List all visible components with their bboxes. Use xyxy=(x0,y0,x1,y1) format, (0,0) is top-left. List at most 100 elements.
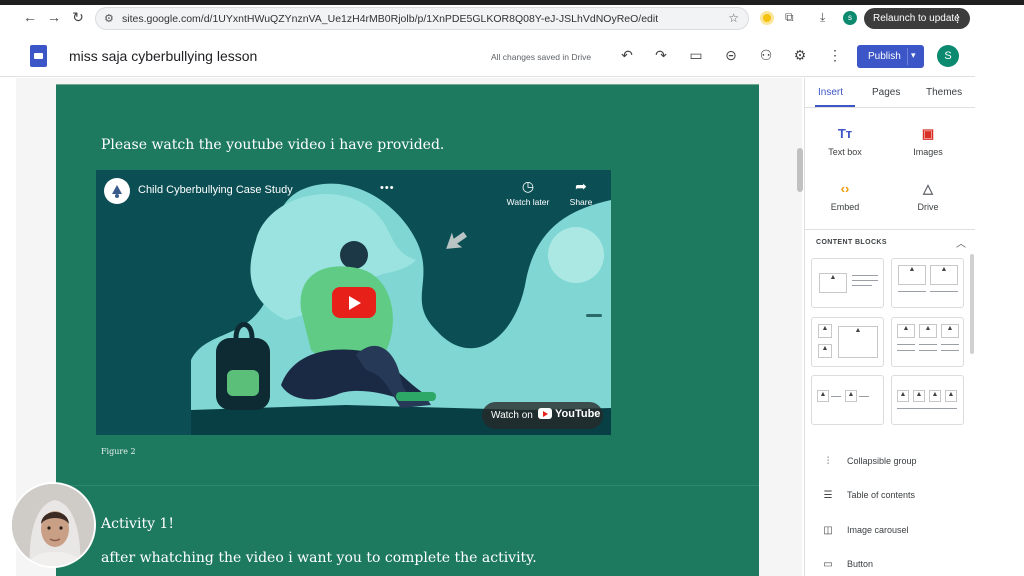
collapse-chevron-icon[interactable]: ︿ xyxy=(956,235,966,250)
settings-gear-icon[interactable]: ⚙ xyxy=(791,47,809,64)
share-with-others-icon[interactable]: ⚇ xyxy=(757,47,775,64)
layout-image-placeholder-icon: ▲ xyxy=(897,390,909,402)
insert-table-of-contents[interactable]: ☰ Table of contents xyxy=(821,490,916,501)
layout-image-placeholder-icon: ▲ xyxy=(897,324,915,338)
insert-embed[interactable]: ‹› Embed xyxy=(815,181,875,212)
more-options-icon[interactable]: ⋮ xyxy=(826,47,844,64)
youtube-embed[interactable]: Child Cyberbullying Case Study ••• ◷ Wat… xyxy=(96,170,611,435)
layout-text-line xyxy=(852,285,872,286)
reload-icon[interactable]: ↻ xyxy=(68,9,88,26)
browser-menu-icon[interactable]: ⋮ xyxy=(952,12,963,25)
link-icon[interactable]: ⊝ xyxy=(722,47,740,64)
layout-text-line xyxy=(852,275,878,276)
video-more-icon[interactable]: ••• xyxy=(380,182,395,194)
share-button[interactable]: ➦ Share xyxy=(556,178,606,207)
channel-avatar[interactable] xyxy=(104,178,130,204)
url-text: sites.google.com/d/1UYxntHWuQZYnznVA_Ue1… xyxy=(122,13,659,25)
images-label: Images xyxy=(913,147,943,157)
video-title[interactable]: Child Cyberbullying Case Study xyxy=(138,184,293,196)
tab-pages[interactable]: Pages xyxy=(872,87,900,98)
layout-image-placeholder-icon: ▲ xyxy=(818,344,832,358)
table-of-contents-label: Table of contents xyxy=(847,490,916,500)
layout-image-placeholder-icon: ▲ xyxy=(941,324,959,338)
watch-later-label: Watch later xyxy=(506,197,550,207)
extension-icon[interactable] xyxy=(760,11,774,25)
profile-avatar[interactable]: s xyxy=(843,11,857,25)
layout-image-placeholder-icon: ▲ xyxy=(817,390,829,402)
tabs-divider xyxy=(805,107,975,108)
bookmark-star-icon[interactable]: ☆ xyxy=(728,11,739,25)
section-top-edge xyxy=(56,84,759,85)
drive-label: Drive xyxy=(917,202,939,212)
insert-text-box[interactable]: Tт Text box xyxy=(815,126,875,157)
tab-insert[interactable]: Insert xyxy=(818,87,843,98)
layout-block-4[interactable]: ▲ ▲ ▲ xyxy=(891,317,964,367)
layout-text-line xyxy=(852,280,878,281)
text-box-icon: Tт xyxy=(837,126,853,141)
undo-icon[interactable]: ↶ xyxy=(618,47,636,64)
relaunch-button[interactable]: Relaunch to update ⋮ xyxy=(864,8,970,29)
insert-panel: Insert Pages Themes Tт Text box ▣ Images… xyxy=(804,78,975,576)
presenter-webcam xyxy=(10,482,96,568)
layout-text-line xyxy=(859,396,869,397)
user-avatar[interactable]: S xyxy=(937,45,959,67)
collapsible-group-icon: ⫶ xyxy=(826,456,830,467)
layout-block-3[interactable]: ▲ ▲ ▲ xyxy=(811,317,884,367)
back-icon[interactable]: ← xyxy=(20,9,40,25)
layout-block-5[interactable]: ▲ ▲ xyxy=(811,375,884,425)
site-title[interactable]: miss saja cyberbullying lesson xyxy=(69,48,257,64)
publish-label: Publish xyxy=(868,51,901,62)
publish-divider xyxy=(907,48,908,65)
layout-block-2[interactable]: ▲ ▲ xyxy=(891,258,964,308)
layout-image-placeholder-icon: ▲ xyxy=(838,326,878,358)
video-instruction-text[interactable]: Please watch the youtube video i have pr… xyxy=(101,137,444,153)
download-icon[interactable]: ⤓ xyxy=(820,10,825,25)
extensions-puzzle-icon[interactable]: ⧉ xyxy=(785,10,794,25)
site-info-icon[interactable]: ⚙ xyxy=(104,12,114,25)
figure-caption[interactable]: Figure 2 xyxy=(101,447,136,456)
address-bar[interactable]: ⚙ sites.google.com/d/1UYxntHWuQZYnznVA_U… xyxy=(95,7,749,30)
preview-icon[interactable]: ▭ xyxy=(687,47,705,64)
section-divider xyxy=(56,485,759,486)
screen: ← → ↻ ⚙ sites.google.com/d/1UYxntHWuQZYn… xyxy=(0,0,1024,576)
insert-drive[interactable]: △ Drive xyxy=(898,181,958,212)
layout-image-placeholder-icon: ▲ xyxy=(929,390,941,402)
layout-text-line xyxy=(897,344,915,345)
activity-title[interactable]: Activity 1! xyxy=(101,516,174,532)
image-icon: ▣ xyxy=(921,126,935,141)
watch-later-button[interactable]: ◷ Watch later xyxy=(503,178,553,207)
layout-image-placeholder-icon: ▲ xyxy=(930,265,958,285)
image-carousel-label: Image carousel xyxy=(847,525,909,535)
forward-icon[interactable]: → xyxy=(44,9,64,25)
insert-collapsible-group[interactable]: ⫶ Collapsible group xyxy=(821,456,917,467)
layout-image-placeholder-icon: ▲ xyxy=(913,390,925,402)
watch-on-label: Watch on xyxy=(491,410,533,421)
layout-text-line xyxy=(897,350,915,351)
youtube-wordmark: YouTube xyxy=(555,408,601,420)
canvas-scrollbar[interactable] xyxy=(797,148,803,192)
sites-header: miss saja cyberbullying lesson All chang… xyxy=(0,37,975,77)
insert-button[interactable]: ▭ Button xyxy=(821,559,873,570)
button-icon: ▭ xyxy=(823,559,833,570)
publish-button[interactable]: Publish ▾ xyxy=(857,45,924,68)
embed-code-icon: ‹› xyxy=(840,181,850,196)
tab-themes[interactable]: Themes xyxy=(926,87,962,98)
save-status: All changes saved in Drive xyxy=(491,52,592,62)
text-box-label: Text box xyxy=(828,147,862,157)
google-sites-logo-icon[interactable] xyxy=(30,45,47,67)
layout-text-line xyxy=(831,396,841,397)
layout-text-line xyxy=(930,291,958,292)
watch-on-youtube-button[interactable]: Watch on YouTube xyxy=(482,402,603,429)
panel-scrollbar[interactable] xyxy=(970,254,974,354)
publish-dropdown-icon[interactable]: ▾ xyxy=(911,50,916,61)
insert-images[interactable]: ▣ Images xyxy=(898,126,958,157)
redo-icon[interactable]: ↷ xyxy=(652,47,670,64)
drive-icon: △ xyxy=(923,181,933,196)
layout-block-1[interactable]: ▲ xyxy=(811,258,884,308)
layout-block-6[interactable]: ▲ ▲ ▲ ▲ xyxy=(891,375,964,425)
activity-instructions[interactable]: after whatching the video i want you to … xyxy=(101,550,537,566)
play-button-icon[interactable] xyxy=(332,287,376,318)
presenter-photo xyxy=(12,484,94,566)
clock-icon: ◷ xyxy=(521,178,535,194)
insert-image-carousel[interactable]: ◫ Image carousel xyxy=(821,525,909,536)
